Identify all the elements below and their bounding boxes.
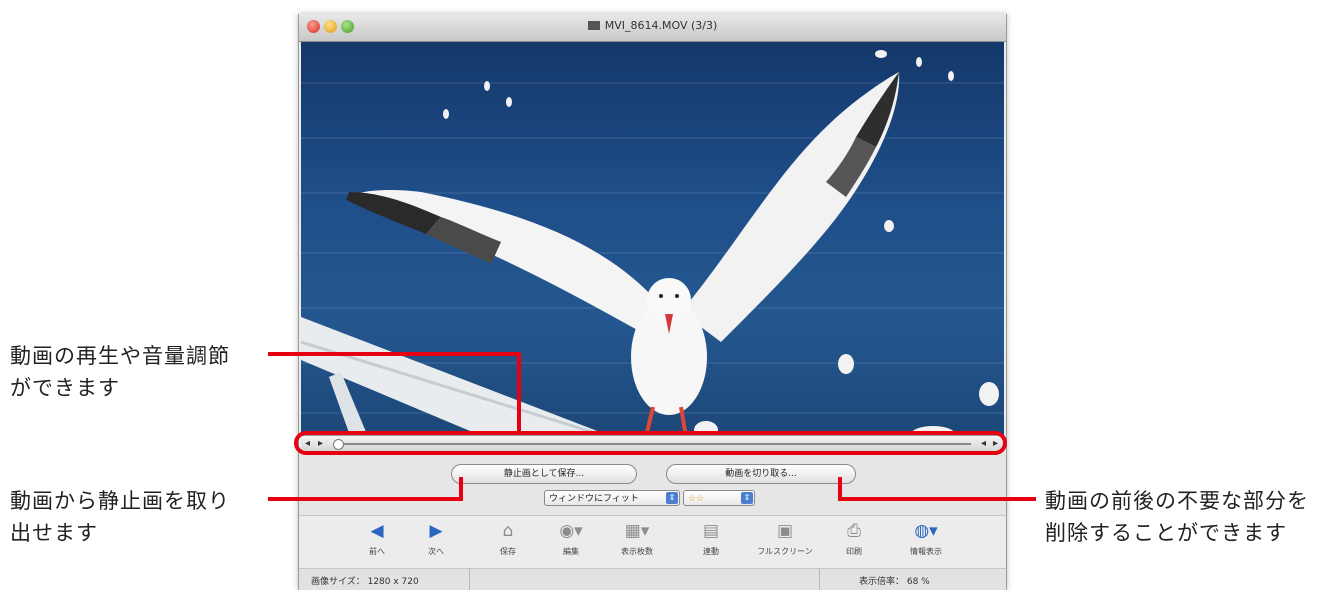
- callout-extract-line2: 出せます: [10, 521, 98, 545]
- toolbar-label: 情報表示: [910, 547, 942, 556]
- window-title: MVI_8614.MOV (3/3): [604, 19, 718, 32]
- movie-file-icon: [587, 21, 600, 30]
- sync-icon: ▤: [702, 521, 720, 541]
- status-bar: 画像サイズ： 1280 x 720 表示倍率： 68 %: [299, 569, 1006, 590]
- toolbar-edit[interactable]: ◉▾ 編集: [536, 520, 606, 557]
- toolbar-label: 保存: [500, 547, 516, 556]
- title-bar[interactable]: MVI_8614.MOV (3/3): [299, 14, 1006, 42]
- toolbar-fullscreen[interactable]: ▣ フルスクリーン: [750, 520, 820, 557]
- toolbar-label: 表示枚数: [621, 547, 653, 556]
- toolbar-label: 次へ: [428, 547, 444, 556]
- edit-icon: ◉▾: [559, 521, 583, 541]
- callout-trim: 動画の前後の不要な部分を 削除することができます: [1045, 485, 1309, 549]
- callout-line-extract: [268, 497, 463, 501]
- callout-trim-line1: 動画の前後の不要な部分を: [1045, 489, 1309, 513]
- info-icon: ◍▾: [914, 521, 938, 541]
- trim-movie-button[interactable]: 動画を切り取る...: [666, 464, 856, 484]
- toolbar-label: 連動: [703, 547, 719, 556]
- callout-extract-line1: 動画から静止画を取り: [10, 489, 230, 513]
- toolbar-info[interactable]: ◍▾ 情報表示: [891, 520, 961, 557]
- seagull-photo: [301, 50, 999, 444]
- callout-line-trim: [838, 497, 1036, 501]
- viewer-window: MVI_8614.MOV (3/3) ◂ ▸ ◂ ▸ 静止画として保存... 動…: [298, 14, 1007, 590]
- toolbar-label: 編集: [563, 547, 579, 556]
- zoom-select[interactable]: ウィンドウにフィット ⇕: [544, 490, 680, 506]
- toolbar: ◀ 前へ ▶ 次へ ⌂ 保存 ◉▾ 編集 ▦▾ 表示枚数 ▤ 連動 ▣ フルスク…: [299, 515, 1006, 569]
- image-size-status: 画像サイズ： 1280 x 720: [311, 577, 419, 587]
- zoom-status: 表示倍率： 68 %: [859, 577, 930, 587]
- save-icon: ⌂: [502, 521, 514, 541]
- toolbar-sync[interactable]: ▤ 連動: [676, 520, 746, 557]
- print-icon: ⎙: [847, 521, 861, 541]
- fullscreen-icon: ▣: [776, 521, 794, 541]
- controller-highlight: [294, 431, 1007, 455]
- toolbar-print[interactable]: ⎙ 印刷: [819, 520, 889, 557]
- toolbar-view-count[interactable]: ▦▾ 表示枚数: [602, 520, 672, 557]
- callout-extract: 動画から静止画を取り 出せます: [10, 485, 230, 549]
- callout-line-extract-vertical: [459, 477, 463, 501]
- callout-playback-line1: 動画の再生や音量調節: [10, 344, 230, 368]
- arrow-right-icon: ▶: [429, 521, 443, 541]
- select-arrows-icon: ⇕: [741, 492, 753, 504]
- callout-line-trim-vertical: [838, 477, 842, 501]
- callout-line-playback-vertical: [517, 352, 521, 432]
- callout-playback-line2: ができます: [10, 376, 120, 400]
- zoom-select-value: ウィンドウにフィット: [549, 494, 639, 504]
- video-frame[interactable]: [301, 42, 1004, 444]
- save-still-button[interactable]: 静止画として保存...: [451, 464, 637, 484]
- callout-line-playback: [268, 352, 520, 356]
- rating-stars: ☆☆: [688, 494, 705, 504]
- toolbar-label: フルスクリーン: [757, 547, 813, 556]
- rating-select[interactable]: ☆☆ ⇕: [683, 490, 755, 506]
- lower-panel: 静止画として保存... 動画を切り取る... ウィンドウにフィット ⇕ ☆☆ ⇕…: [299, 452, 1006, 590]
- toolbar-label: 印刷: [846, 547, 862, 556]
- callout-playback: 動画の再生や音量調節 ができます: [10, 340, 230, 404]
- toolbar-next[interactable]: ▶ 次へ: [401, 520, 471, 557]
- select-arrows-icon: ⇕: [666, 492, 678, 504]
- toolbar-save[interactable]: ⌂ 保存: [473, 520, 543, 557]
- callout-trim-line2: 削除することができます: [1045, 521, 1287, 545]
- view-count-icon: ▦▾: [624, 521, 650, 541]
